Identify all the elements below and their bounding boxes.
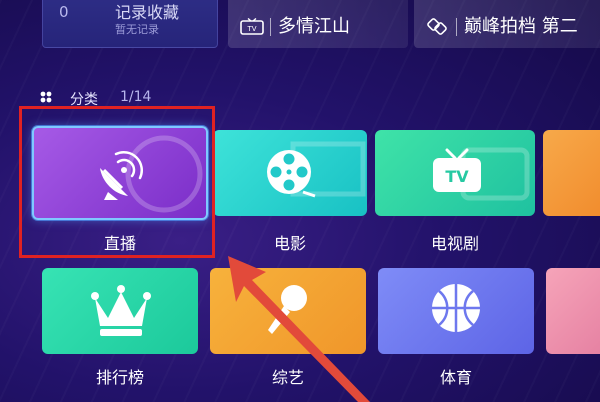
red-arrow-annotation xyxy=(228,256,370,402)
history-item-1[interactable]: TV 多情江山 xyxy=(228,0,408,48)
svg-text:TV: TV xyxy=(445,167,469,186)
divider xyxy=(456,18,457,36)
film-reel-icon xyxy=(267,150,316,198)
basketball-icon xyxy=(432,284,480,332)
records-title: 记录收藏 xyxy=(115,3,180,22)
tile-tv-series[interactable]: TV xyxy=(375,130,535,216)
history-records-card[interactable]: 0 记录收藏 暂无记录 xyxy=(42,0,218,48)
history-item-2[interactable]: 巅峰拍档 第二 xyxy=(414,0,600,48)
records-count: 0 xyxy=(59,3,69,21)
grid-icon xyxy=(40,91,52,103)
tile-tv-series-label: 电视剧 xyxy=(430,234,479,253)
category-page-indicator: 1/14 xyxy=(120,89,152,105)
tile-rankings-label: 排行榜 xyxy=(95,368,144,387)
tile-sports[interactable] xyxy=(378,268,534,354)
tile-rankings[interactable] xyxy=(42,268,198,354)
history-item-title: 巅峰拍档 第二 xyxy=(464,16,578,37)
tile-movie-label: 电影 xyxy=(273,234,306,253)
tile-partial-right-2[interactable] xyxy=(546,268,600,354)
records-subtitle: 暂无记录 xyxy=(115,23,159,36)
tile-movie[interactable] xyxy=(213,130,367,216)
tv-icon: TV xyxy=(240,18,264,35)
tv-icon: TV xyxy=(433,148,481,192)
crown-icon xyxy=(91,285,151,336)
divider xyxy=(270,18,271,36)
tile-sports-label: 体育 xyxy=(439,368,472,387)
link-icon xyxy=(427,18,447,35)
history-item-title: 多情江山 xyxy=(278,16,350,37)
svg-text:TV: TV xyxy=(246,25,256,33)
tile-partial-right[interactable] xyxy=(543,130,600,216)
highlight-box xyxy=(19,106,215,258)
